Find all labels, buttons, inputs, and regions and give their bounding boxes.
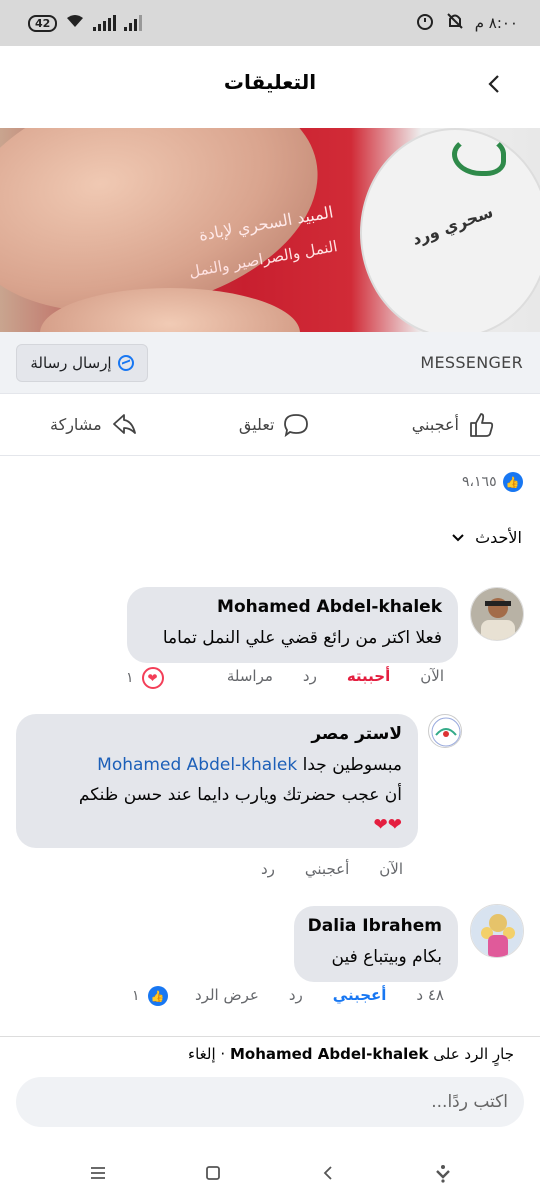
comment-time: ٤٨ د: [416, 986, 444, 1004]
page-title: التعليقات: [223, 70, 317, 94]
share-icon: [112, 413, 136, 434]
like-reaction-icon: 👍: [147, 986, 168, 1006]
home-nav-button[interactable]: [193, 1153, 233, 1193]
comment-like-button[interactable]: أعجبني: [305, 860, 349, 878]
status-bar: 42 ٨:٠٠ م: [0, 0, 540, 46]
status-indicators: 42: [28, 13, 143, 33]
assistant-icon: [435, 1165, 450, 1183]
hearts-emoji: ❤❤: [373, 815, 403, 835]
system-nav-bar: [0, 1146, 540, 1200]
comment-text: فعلا اكتر من رائع قضي علي النمل تماما: [162, 628, 442, 648]
comment-text-line2: أن عجب حضرتك ويارب دايما عند حسن ظنكم: [78, 785, 402, 805]
heart-icon: ❤: [141, 667, 164, 689]
cancel-reply-button[interactable]: · إلغاء: [188, 1045, 225, 1063]
battery-indicator: 42: [28, 14, 58, 32]
reaction-count: ١: [126, 670, 134, 686]
like-reaction-icon: 👍: [502, 472, 523, 492]
post-media[interactable]: سحري ورد المبيد السحري لإبادة النمل والص…: [0, 128, 540, 332]
sort-label: الأحدث: [475, 528, 522, 547]
send-message-button[interactable]: إرسال رسالة: [16, 344, 148, 382]
comment-bubble: لاستر مصر مبسوطين جدا Mohamed Abdel-khal…: [16, 714, 418, 848]
comment-time: الآن: [379, 860, 403, 878]
share-label: مشاركة: [50, 415, 102, 434]
comment-text: مبسوطين جدا Mohamed Abdel-khalek: [32, 750, 402, 780]
home-square-icon: [205, 1166, 220, 1180]
comment-like-button[interactable]: أعجبني: [333, 986, 387, 1004]
replying-prefix: جارٍ الرد على: [433, 1045, 514, 1063]
thumbs-up-icon: [470, 412, 494, 437]
top-header: التعليقات: [0, 46, 540, 128]
comment-label: تعليق: [238, 415, 275, 434]
comment-author[interactable]: لاستر مصر: [32, 724, 402, 744]
comment-message-button[interactable]: مراسلة: [227, 667, 273, 685]
menu-icon: [90, 1167, 105, 1179]
post-actions: مشاركة تعليق أعجبني: [0, 394, 540, 456]
comment-meta: الآن أحببته رد مراسلة: [227, 667, 444, 685]
comment-meta: الآن أعجبني رد: [261, 860, 403, 878]
avatar-mohamed[interactable]: [470, 587, 524, 641]
chevron-down-icon: [452, 533, 464, 541]
signal-icon: [93, 15, 117, 31]
send-message-label: إرسال رسالة: [30, 354, 112, 372]
replying-name: Mohamed Abdel-khalek: [229, 1045, 429, 1063]
comment-button[interactable]: تعليق: [239, 411, 311, 439]
share-button[interactable]: مشاركة: [50, 411, 138, 439]
back-arrow-icon: [323, 1166, 332, 1180]
sort-dropdown[interactable]: الأحدث: [451, 528, 522, 547]
mute-icon: [445, 11, 465, 35]
alarm-icon: [415, 11, 435, 35]
comment-reaction-count[interactable]: ١ 👍: [132, 986, 168, 1006]
like-label: أعجبني: [411, 415, 459, 434]
comment-meta: ٤٨ د أعجبني رد عرض الرد: [195, 986, 444, 1004]
comment-bubble: Mohamed Abdel-khalek فعلا اكتر من رائع ق…: [127, 587, 458, 663]
reactions-count: ٩،١٦٥: [462, 474, 497, 490]
view-reply-button[interactable]: عرض الرد: [195, 986, 259, 1004]
reactions-summary[interactable]: ٩،١٦٥ 👍: [462, 472, 523, 492]
back-button[interactable]: [478, 68, 510, 100]
reply-input[interactable]: [16, 1077, 524, 1127]
comment-bubble: Dalia Ibrahem بكام وبيتباع فين: [294, 906, 458, 982]
chevron-left-icon: [488, 75, 499, 93]
comment-reply-button[interactable]: رد: [303, 667, 317, 685]
signal-2-icon: [124, 15, 143, 31]
messenger-bar: MESSENGER إرسال رسالة: [0, 332, 540, 394]
mention-link[interactable]: Mohamed Abdel-khalek: [97, 755, 297, 775]
comment-text: بكام وبيتباع فين: [331, 947, 442, 967]
comment-author[interactable]: Dalia Ibrahem: [308, 916, 442, 936]
comment-reaction-count[interactable]: ١ ❤: [126, 667, 164, 689]
messenger-brand: MESSENGER: [420, 353, 523, 372]
comment-icon: [284, 413, 309, 437]
avatar-laster-masr[interactable]: [428, 714, 462, 748]
avatar-dalia[interactable]: [470, 904, 524, 958]
clock: ٨:٠٠ م: [474, 14, 518, 32]
comment-time: الآن: [420, 667, 444, 685]
like-button[interactable]: أعجبني: [412, 411, 495, 439]
assistant-nav-button[interactable]: [423, 1153, 463, 1193]
messenger-icon: [117, 355, 134, 371]
replying-to: جارٍ الرد على Mohamed Abdel-khalek · إلغ…: [188, 1045, 514, 1063]
comment-reply-button[interactable]: رد: [289, 986, 303, 1004]
reply-bar: جارٍ الرد على Mohamed Abdel-khalek · إلغ…: [0, 1036, 540, 1146]
comment-text-prefix: مبسوطين جدا: [302, 755, 402, 775]
comment-love-button[interactable]: أحببته: [347, 667, 390, 685]
comment-author[interactable]: Mohamed Abdel-khalek: [143, 597, 442, 617]
menu-nav-button[interactable]: [78, 1153, 118, 1193]
back-nav-button[interactable]: [308, 1153, 348, 1193]
reaction-count: ١: [132, 988, 140, 1004]
status-right: ٨:٠٠ م: [415, 11, 518, 35]
wifi-icon: [65, 13, 85, 33]
comment-reply-button[interactable]: رد: [261, 860, 275, 878]
